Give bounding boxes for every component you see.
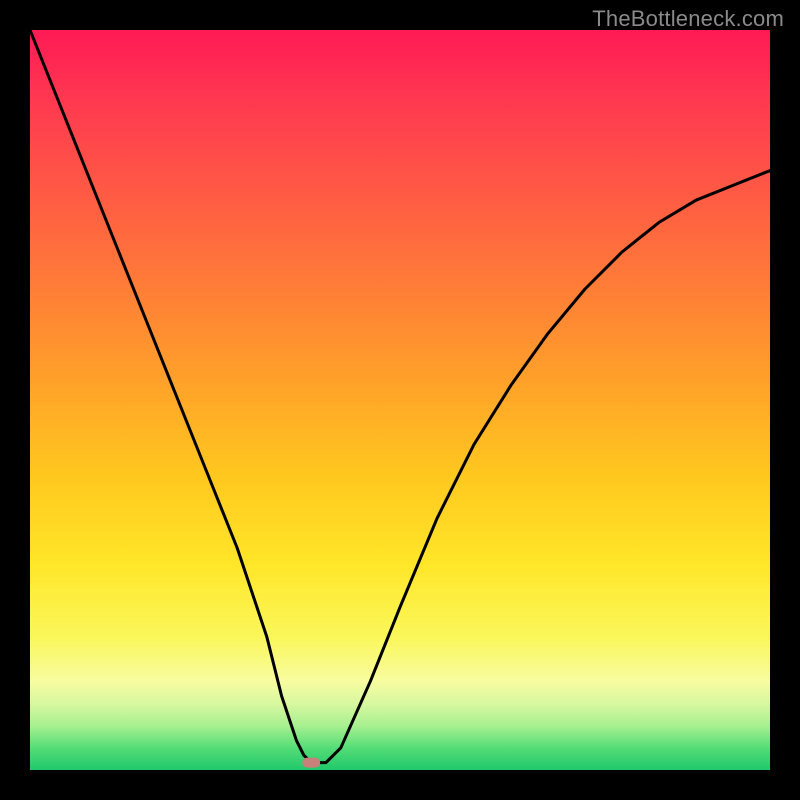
bottleneck-curve bbox=[30, 30, 770, 763]
plot-area bbox=[30, 30, 770, 770]
minimum-marker bbox=[302, 758, 320, 768]
watermark-text: TheBottleneck.com bbox=[592, 6, 784, 32]
curve-svg bbox=[30, 30, 770, 770]
chart-container: TheBottleneck.com bbox=[0, 0, 800, 800]
